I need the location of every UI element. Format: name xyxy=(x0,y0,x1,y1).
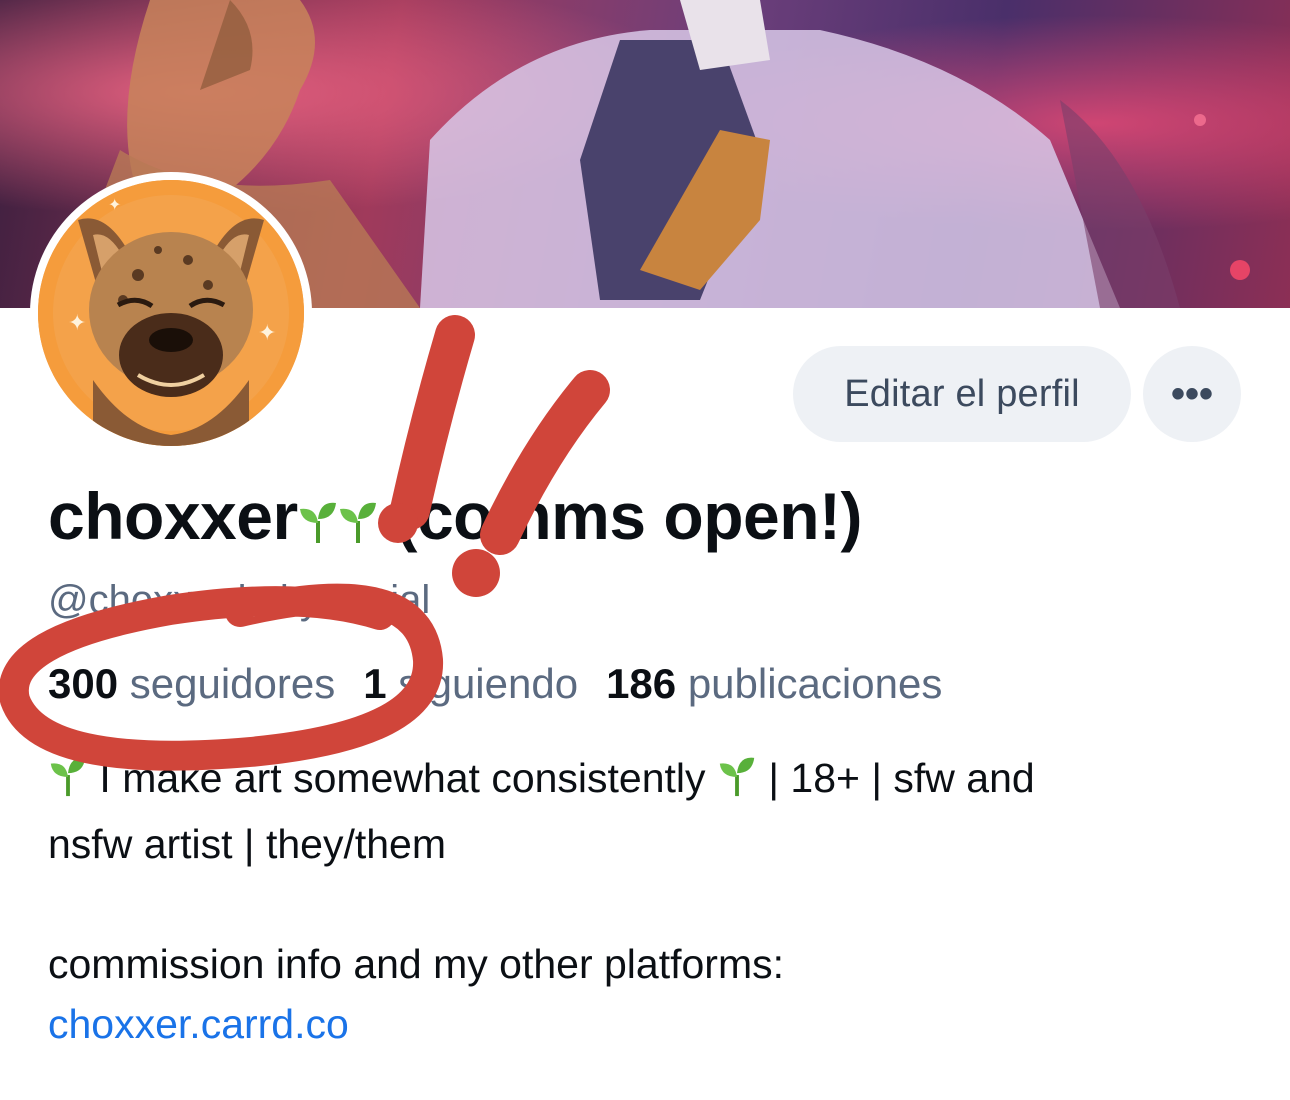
following-count: 1 xyxy=(363,660,387,707)
bio-line-3: commission info and my other platforms: xyxy=(48,941,784,987)
display-name-prefix: choxxer xyxy=(48,479,298,553)
profile-bio: I make art somewhat consistently | 18+ |… xyxy=(48,748,1248,1054)
svg-text:✦: ✦ xyxy=(258,321,276,346)
display-name-suffix: (comms open!) xyxy=(395,479,863,553)
svg-text:✦: ✦ xyxy=(108,195,121,214)
followers-count: 300 xyxy=(48,660,119,707)
posts-stat[interactable]: 186 publicaciones xyxy=(606,660,942,707)
posts-label: publicaciones xyxy=(687,660,943,707)
bio-text-1a: I make art somewhat consistently xyxy=(99,755,706,801)
bio-line-2: nsfw artist | they/them xyxy=(48,821,447,867)
user-handle: @choxxer.bsky.social xyxy=(48,578,431,622)
avatar[interactable]: ✦ ✦ ✦ xyxy=(30,172,312,454)
bio-link[interactable]: choxxer.carrd.co xyxy=(48,1001,349,1047)
seedling-icon xyxy=(717,754,757,814)
followers-stat[interactable]: 300 seguidores xyxy=(48,660,335,707)
more-options-button[interactable]: ••• xyxy=(1143,346,1241,442)
posts-count: 186 xyxy=(606,660,677,707)
seedling-icon xyxy=(338,484,378,560)
profile-page: ✦ ✦ ✦ Editar el perfil ••• choxxer (comm… xyxy=(0,0,1290,1100)
following-label: siguiendo xyxy=(398,660,579,707)
profile-stats: 300 seguidores 1 siguiendo 186 publicacion… xyxy=(48,660,942,708)
followers-label: seguidores xyxy=(129,660,336,707)
avatar-image: ✦ ✦ ✦ xyxy=(38,180,304,446)
edit-profile-button[interactable]: Editar el perfil xyxy=(793,346,1131,442)
hyena-avatar-illustration: ✦ ✦ ✦ xyxy=(38,180,304,446)
seedling-icon xyxy=(298,484,338,560)
ellipsis-icon: ••• xyxy=(1170,371,1213,416)
svg-text:✦: ✦ xyxy=(68,311,86,336)
following-stat[interactable]: 1 siguiendo xyxy=(363,660,578,707)
bio-text-1b: | 18+ | sfw and xyxy=(768,755,1035,801)
seedling-icon xyxy=(48,754,88,814)
display-name: choxxer (comms open!) xyxy=(48,478,863,560)
bio-line-1: I make art somewhat consistently | 18+ |… xyxy=(48,748,1248,814)
